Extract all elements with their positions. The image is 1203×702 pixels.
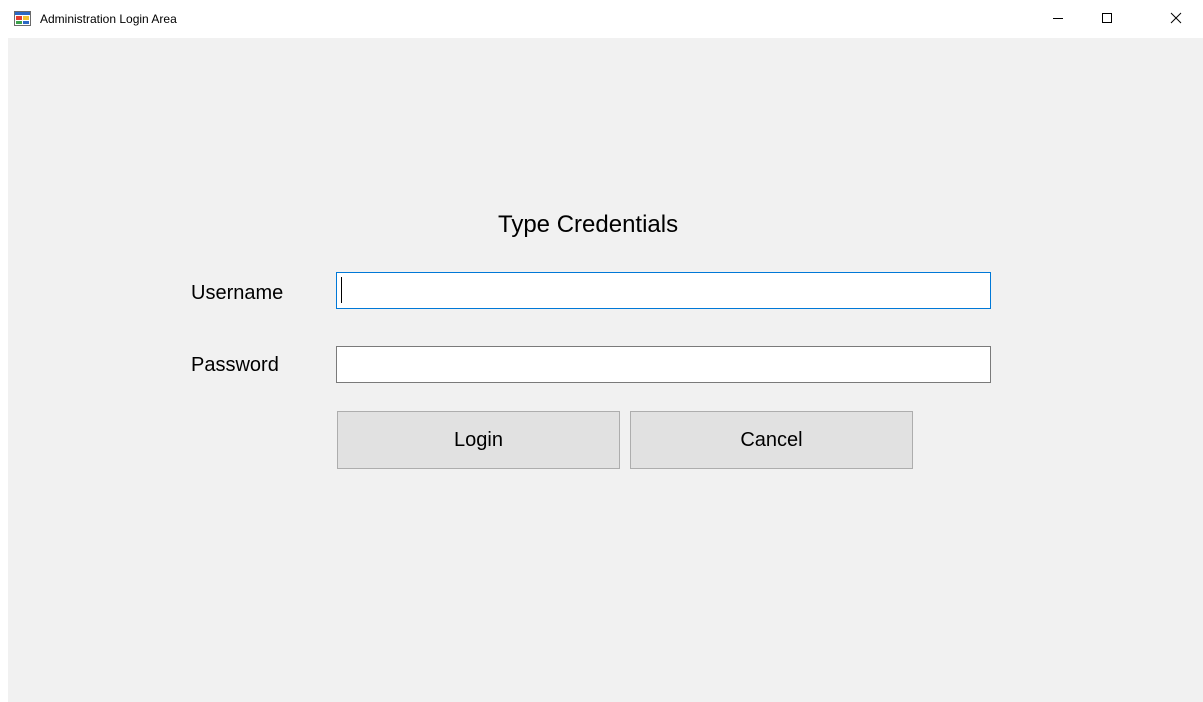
cancel-button[interactable]: Cancel (630, 411, 913, 469)
password-input[interactable] (336, 346, 991, 383)
close-button[interactable] (1153, 0, 1199, 36)
minimize-icon (1052, 12, 1064, 24)
maximize-icon (1101, 12, 1113, 24)
login-button[interactable]: Login (337, 411, 620, 469)
window-title: Administration Login Area (40, 12, 177, 26)
login-window: Administration Login Area Type Credentia… (0, 0, 1203, 702)
title-bar[interactable]: Administration Login Area (0, 0, 1203, 38)
close-icon (1170, 12, 1182, 24)
minimize-button[interactable] (1035, 0, 1081, 36)
password-label: Password (191, 354, 279, 376)
text-caret (341, 277, 342, 303)
maximize-button[interactable] (1084, 0, 1130, 36)
app-window-icon (14, 11, 31, 26)
username-input[interactable] (336, 272, 991, 309)
form-heading: Type Credentials (498, 211, 679, 238)
username-label: Username (191, 282, 284, 304)
